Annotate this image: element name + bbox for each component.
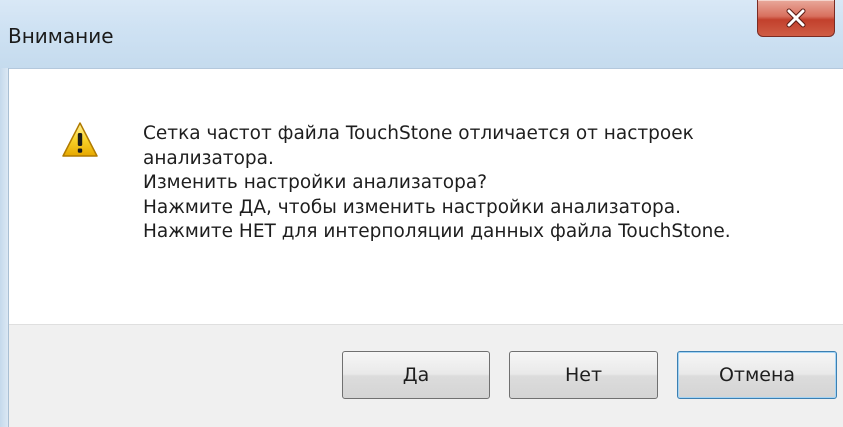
title-bar[interactable]: Внимание: [0, 0, 843, 69]
message-line: Изменить настройки анализатора?: [143, 172, 488, 193]
message-line: Сетка частот файла TouchStone отличается…: [143, 123, 694, 144]
message-line: Нажмите ДА, чтобы изменить настройки ана…: [143, 196, 681, 218]
message-line: анализатора.: [143, 147, 274, 169]
window-title: Внимание: [8, 24, 114, 48]
close-icon: [786, 8, 806, 28]
message-text: Сетка частот файла TouchStone отличается…: [143, 122, 833, 245]
button-bar: Да Нет Отмена: [9, 324, 843, 427]
dialog-content: Сетка частот файла TouchStone отличается…: [9, 69, 843, 324]
cancel-button[interactable]: Отмена: [677, 351, 837, 399]
message-line: Нажмите НЕТ для интерполяции данных файл…: [143, 221, 731, 242]
window-frame-left: [0, 68, 9, 427]
no-button[interactable]: Нет: [509, 351, 658, 399]
yes-button[interactable]: Да: [342, 351, 490, 399]
close-button[interactable]: [757, 0, 835, 37]
dialog-window: Внимание Сетка частот файла TouchStone о: [0, 0, 843, 427]
warning-icon: [62, 122, 98, 157]
